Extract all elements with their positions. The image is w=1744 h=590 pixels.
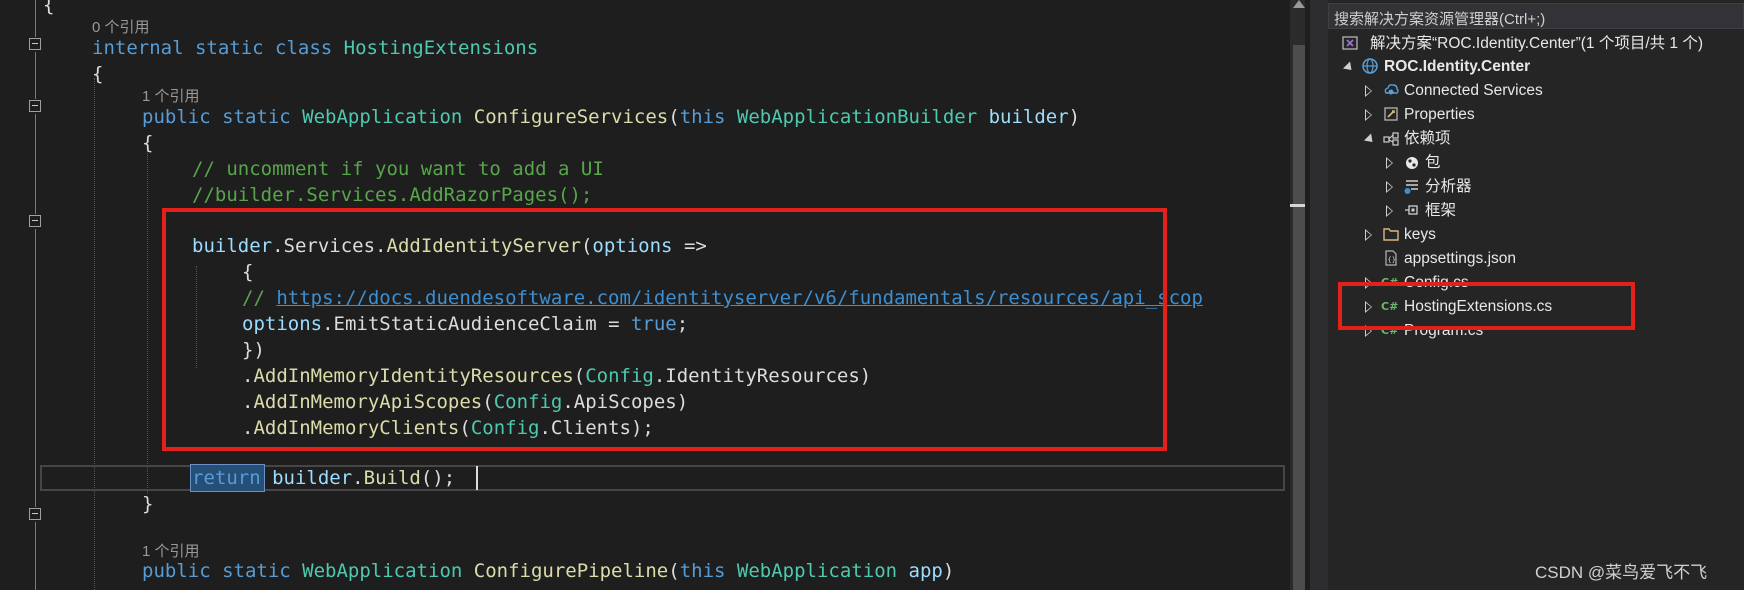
outline-line: [35, 0, 36, 37]
expanded-chevron-icon[interactable]: [1363, 133, 1377, 146]
search-placeholder: 搜索解决方案资源管理器(Ctrl+;): [1334, 11, 1546, 28]
tree-item-project[interactable]: ROC.Identity.Center: [1328, 55, 1744, 79]
method-name: ConfigureServices: [473, 106, 669, 128]
scrollbar-thumb[interactable]: [1293, 45, 1305, 590]
code-line-class-declaration: internal static class HostingExtensions: [92, 35, 538, 61]
fold-toggle-add-identity-server[interactable]: [29, 215, 41, 227]
code-line-return: return builder.Build();: [192, 467, 456, 489]
scrollbar-position-marker: [1290, 204, 1305, 207]
scroll-up-arrow-icon[interactable]: [1293, 0, 1305, 8]
tree-item-label: Properties: [1404, 106, 1475, 123]
json-file-icon: {}: [1381, 249, 1401, 269]
watermark: CSDN @菜鸟爱飞不飞: [1535, 563, 1708, 582]
tree-item-label: 依赖项: [1404, 130, 1451, 147]
collapsed-chevron-icon[interactable]: [1386, 157, 1393, 169]
connected-services-icon: [1381, 81, 1401, 101]
collapsed-chevron-icon[interactable]: [1365, 109, 1372, 121]
tree-item-properties[interactable]: Properties: [1328, 103, 1744, 127]
tree-item-label: 分析器: [1425, 178, 1472, 195]
return-keyword: return: [192, 467, 261, 489]
tree-item-keys-folder[interactable]: keys: [1328, 223, 1744, 247]
code-line: {: [142, 132, 154, 154]
tree-item-label: 包: [1425, 154, 1441, 171]
panel-splitter[interactable]: [1310, 0, 1328, 590]
code-line-comment: //builder.Services.AddRazorPages();: [192, 184, 593, 206]
solution-explorer-search[interactable]: 搜索解决方案资源管理器(Ctrl+;): [1328, 3, 1744, 29]
outline-line: [35, 522, 36, 590]
indent-guide: [94, 78, 95, 590]
wrench-icon: [1381, 105, 1401, 125]
fold-toggle-configure-pipeline[interactable]: [29, 508, 41, 520]
expanded-chevron-icon[interactable]: [1342, 61, 1356, 74]
web-project-icon: [1360, 57, 1380, 77]
outline-line: [35, 229, 36, 507]
tree-item-solution[interactable]: 解决方案“ROC.Identity.Center”(1 个项目/共 1 个): [1328, 32, 1744, 56]
fold-toggle-configure-services[interactable]: [29, 100, 41, 112]
code-line-pipeline-signature: public static WebApplication ConfigurePi…: [142, 560, 955, 582]
code-line: }: [142, 493, 154, 515]
svg-text:{}: {}: [1388, 256, 1396, 264]
tree-item-label: Connected Services: [1404, 82, 1543, 99]
solution-explorer: 搜索解决方案资源管理器(Ctrl+;) 解决方案“ROC.Identity.Ce…: [1328, 0, 1744, 590]
tree-item-packages[interactable]: 包: [1328, 151, 1744, 175]
dependencies-icon: [1381, 129, 1401, 149]
tree-item-frameworks[interactable]: 框架: [1328, 199, 1744, 223]
code-editor[interactable]: 0 个引用 1 个引用 1 个引用 { internal static clas…: [0, 0, 1305, 590]
tree-item-dependencies[interactable]: 依赖项: [1328, 127, 1744, 151]
indent-guide: [147, 148, 148, 494]
collapsed-chevron-icon[interactable]: [1386, 181, 1393, 193]
annotation-box-code: [162, 208, 1167, 451]
collapsed-chevron-icon[interactable]: [1386, 205, 1393, 217]
code-line: {: [43, 0, 55, 16]
tree-item-label: 框架: [1425, 202, 1457, 219]
code-line: {: [92, 63, 104, 85]
code-line-comment: // uncomment if you want to add a UI: [192, 158, 604, 180]
editor-scrollbar[interactable]: [1290, 0, 1305, 590]
fold-toggle-class[interactable]: [29, 38, 41, 50]
collapsed-chevron-icon[interactable]: [1365, 229, 1372, 241]
tree-item-appsettings[interactable]: {} appsettings.json: [1328, 247, 1744, 271]
outline-line: [35, 52, 36, 99]
solution-icon: [1340, 34, 1360, 54]
text-caret: [476, 466, 478, 490]
keyword: internal static class: [92, 37, 333, 59]
code-line-method-signature: public static WebApplication ConfigureSe…: [142, 106, 1081, 128]
tree-item-connected-services[interactable]: Connected Services: [1328, 79, 1744, 103]
collapsed-chevron-icon[interactable]: [1365, 85, 1372, 97]
outline-line: [35, 114, 36, 214]
tree-item-label: keys: [1404, 226, 1436, 243]
class-name: HostingExtensions: [343, 37, 539, 59]
package-icon: [1402, 153, 1422, 173]
folder-icon: [1381, 225, 1401, 245]
framework-icon: [1402, 201, 1422, 221]
tree-item-label: ROC.Identity.Center: [1384, 58, 1531, 75]
tree-item-label: appsettings.json: [1404, 250, 1517, 267]
annotation-box-explorer: [1338, 282, 1635, 330]
tree-item-analyzers[interactable]: 分析器: [1328, 175, 1744, 199]
analyzer-icon: [1402, 177, 1422, 197]
tree-item-label: 解决方案“ROC.Identity.Center”(1 个项目/共 1 个): [1370, 35, 1704, 52]
